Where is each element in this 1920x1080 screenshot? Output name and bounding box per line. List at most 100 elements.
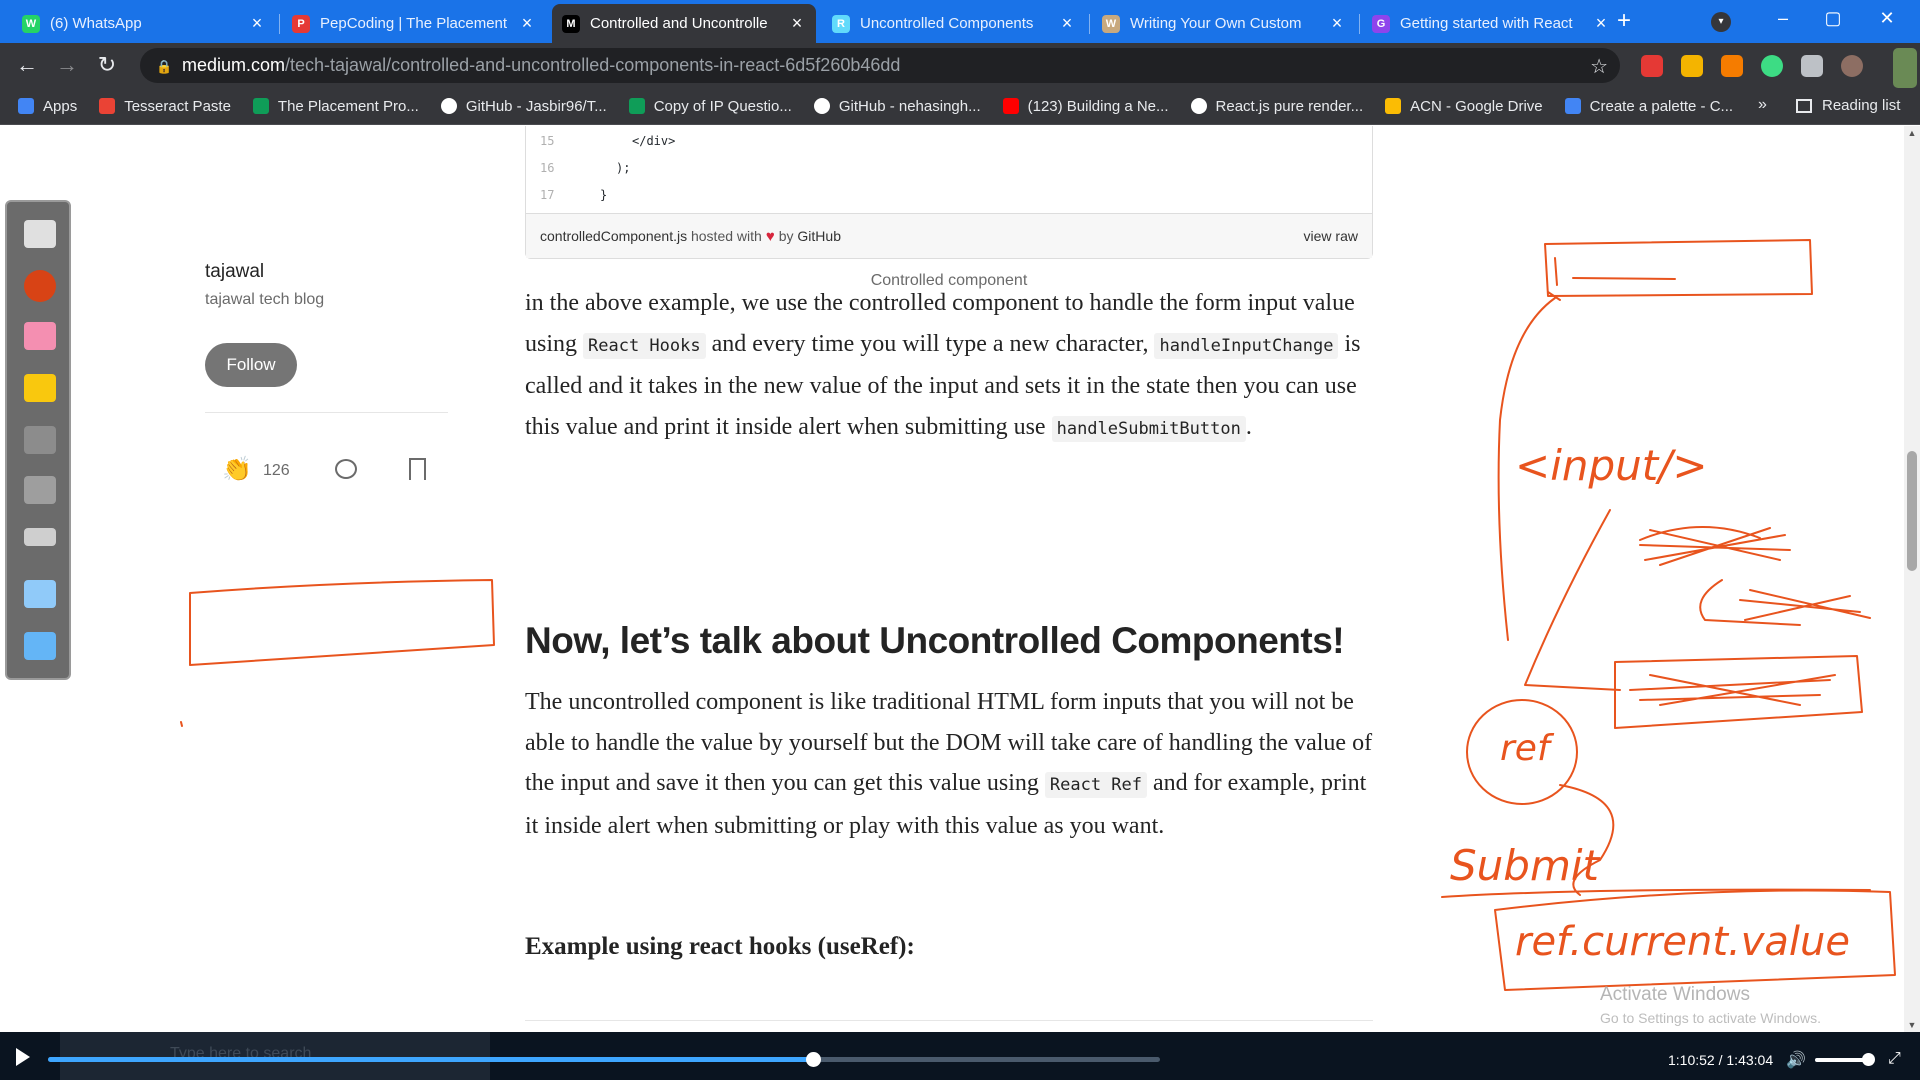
text: and every time you will type a new chara… [705, 330, 1155, 357]
section-heading: Now, let’s talk about Uncontrolled Compo… [525, 620, 1345, 661]
fullscreen-icon[interactable]: ⤢ [1888, 1050, 1901, 1068]
bookmark-label: Tesseract Paste [124, 97, 231, 115]
extension-icon[interactable] [1761, 55, 1783, 77]
bookmark-item[interactable]: (123) Building a Ne... [1002, 97, 1169, 115]
bookmark-item[interactable]: ACN - Google Drive [1385, 98, 1543, 115]
seek-handle[interactable] [806, 1052, 822, 1067]
bookmark-label: ACN - Google Drive [1410, 97, 1543, 115]
article-page: 15 </div> 16); 17} controlledComponent.js h… [0, 126, 1904, 1032]
volume-handle[interactable] [1862, 1053, 1875, 1066]
pointer-icon[interactable] [24, 426, 56, 454]
bookmark-item[interactable]: React.js pure render... [1190, 97, 1364, 115]
gist-meta: controlledComponent.js hosted with ♥ by … [526, 214, 1372, 258]
gist-by: by [778, 228, 794, 244]
bookmark-item[interactable]: Apps [18, 98, 77, 115]
code-line: 17} [526, 184, 1372, 206]
gist-github-link[interactable]: GitHub [797, 228, 841, 244]
eraser-icon[interactable] [24, 322, 56, 350]
browser-tab[interactable]: M Controlled and Uncontrolle × [552, 4, 816, 43]
reload-icon[interactable]: ↻ [92, 51, 122, 81]
keyboard-icon[interactable] [24, 528, 56, 546]
back-icon[interactable]: ← [12, 51, 42, 81]
minimize-icon[interactable]: – [1768, 8, 1798, 29]
follow-button[interactable]: Follow [205, 343, 297, 387]
reading-list-button[interactable]: Reading list [1796, 97, 1900, 114]
whiteboard-icon[interactable] [24, 220, 56, 248]
pen-icon[interactable] [24, 270, 56, 302]
page-scrollbar[interactable]: ▲ ▼ [1904, 126, 1920, 1032]
bookmark-item[interactable]: Tesseract Paste [99, 98, 231, 115]
bookmark-star-icon[interactable]: ☆ [1590, 54, 1608, 79]
gist-filename[interactable]: controlledComponent.js [540, 228, 687, 244]
browser-tab[interactable]: W Writing Your Own Custom × [1092, 4, 1356, 43]
close-window-icon[interactable]: ✕ [1872, 8, 1902, 29]
tab-title: Uncontrolled Components [860, 15, 1034, 32]
volume-icon[interactable]: 🔊 [1786, 1050, 1806, 1070]
browser-tab[interactable]: P PepCoding | The Placement × [282, 4, 546, 43]
puzzle-icon[interactable] [1801, 55, 1823, 77]
tab-close-icon[interactable]: × [248, 13, 266, 34]
bookmark-item[interactable]: GitHub - Jasbir96/T... [440, 98, 607, 115]
tab-close-icon[interactable]: × [1058, 13, 1076, 34]
forward-icon[interactable]: → [52, 51, 82, 81]
code-line: 16); [526, 157, 1372, 179]
clap-icon[interactable]: 👏 [222, 455, 252, 484]
video-player-bar: Type here to search [0, 1032, 1920, 1080]
taskbar-search: Type here to search [60, 1032, 490, 1080]
tab-separator [279, 14, 280, 34]
brush-icon[interactable] [24, 476, 56, 504]
tab-favicon-icon: P [292, 14, 310, 33]
highlighter-icon[interactable] [24, 374, 56, 402]
browser-tab[interactable]: R Uncontrolled Components × [822, 4, 1086, 43]
response-icon[interactable] [335, 459, 357, 479]
view-raw-link[interactable]: view raw [1304, 228, 1358, 244]
screen-icon[interactable] [24, 580, 56, 608]
line-number: 16 [540, 161, 555, 175]
metamask-icon[interactable] [1721, 55, 1743, 77]
sub-heading: Example using react hooks (useRef): [525, 933, 915, 960]
url-host: medium.com [182, 55, 286, 75]
capture-icon[interactable] [24, 632, 56, 660]
scrollbar-thumb[interactable] [1907, 451, 1917, 571]
maximize-icon[interactable]: ▢ [1818, 8, 1848, 29]
scroll-up-icon[interactable]: ▲ [1904, 128, 1920, 138]
address-bar[interactable]: 🔒 medium.com/tech-tajawal/controlled-and… [140, 48, 1620, 83]
browser-tab[interactable]: W (6) WhatsApp × [12, 4, 276, 43]
publication-name[interactable]: tajawal tech blog [205, 291, 324, 309]
bookmarks-overflow-icon[interactable]: » [1758, 96, 1767, 114]
bookmark-label: React.js pure render... [1215, 97, 1364, 115]
play-icon[interactable] [16, 1048, 30, 1066]
bookmark-label: Apps [43, 97, 78, 115]
tab-favicon-icon: R [832, 14, 850, 33]
gist-hosted-with: hosted with [690, 228, 762, 244]
bookmark-label: (123) Building a Ne... [1027, 97, 1169, 115]
divider [205, 412, 448, 413]
extension-icon[interactable] [1641, 55, 1663, 77]
bookmarks-bar: Apps Tesseract Paste The Placement Pro... G… [0, 88, 1920, 125]
extension-icon[interactable] [1681, 55, 1703, 77]
line-number: 17 [540, 188, 555, 202]
author-name[interactable]: tajawal [205, 261, 324, 283]
tab-search-icon[interactable]: ▾ [1711, 12, 1731, 32]
tab-strip: + ▾ – ▢ ✕ W (6) WhatsApp × P PepCoding | The… [0, 0, 1920, 43]
tab-title: Writing Your Own Custom [1130, 15, 1302, 32]
bookmark-item[interactable]: GitHub - nehasingh... [813, 98, 981, 115]
tab-close-icon[interactable]: × [788, 13, 806, 34]
code-text: ); [616, 161, 631, 175]
divider [525, 1020, 1373, 1021]
browser-tab[interactable]: G Getting started with React × [1362, 4, 1620, 43]
inline-code: handleSubmitButton [1051, 415, 1246, 442]
scroll-down-icon[interactable]: ▼ [1904, 1020, 1920, 1030]
tab-close-icon[interactable]: × [1592, 13, 1610, 34]
tab-close-icon[interactable]: × [1328, 13, 1346, 34]
code-text: </div> [632, 134, 676, 148]
bookmark-item[interactable]: The Placement Pro... [252, 98, 419, 115]
tab-title: Getting started with React [1400, 15, 1573, 32]
bookmark-item[interactable]: Copy of IP Questio... [628, 98, 792, 115]
save-bookmark-icon[interactable] [409, 458, 426, 480]
bookmark-item[interactable]: Create a palette - C... [1564, 98, 1733, 115]
activate-windows-title: Activate Windows [1600, 984, 1750, 1005]
tab-close-icon[interactable]: × [518, 13, 536, 34]
avatar[interactable] [1841, 55, 1863, 77]
side-panel-icon[interactable] [1893, 48, 1917, 88]
